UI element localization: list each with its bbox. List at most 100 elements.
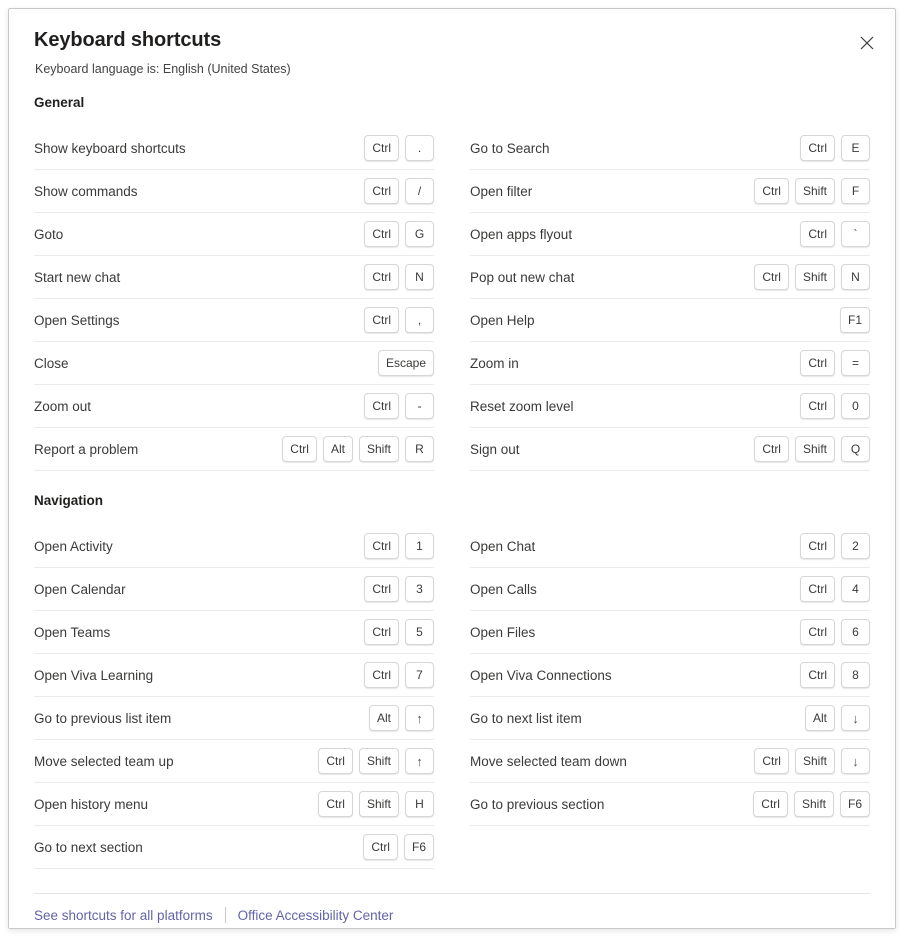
shortcut-keys: Ctrl 6 xyxy=(800,619,870,645)
shortcut-row: Go to next section Ctrl F6 xyxy=(34,826,434,869)
shortcut-row: Go to previous list item Alt ↑ xyxy=(34,697,434,740)
shortcut-column-left: Show keyboard shortcuts Ctrl. Show command… xyxy=(34,127,434,471)
key-cap: Ctrl xyxy=(364,576,399,602)
shortcut-label: Open filter xyxy=(470,183,533,199)
key-cap: Ctrl xyxy=(754,264,789,290)
key-cap: Escape xyxy=(377,350,434,376)
key-cap: Ctrl xyxy=(364,307,399,333)
shortcut-row: Open Chat Ctrl 2 xyxy=(470,525,870,568)
link-office-accessibility-center[interactable]: Office Accessibility Center xyxy=(238,908,394,923)
key-cap: Shift xyxy=(794,436,835,462)
shortcut-keys: Ctrl G xyxy=(364,221,434,247)
key-cap: R xyxy=(405,436,434,462)
shortcut-row: Go to next list item Alt ↓ xyxy=(470,697,870,740)
key-cap: , xyxy=(405,307,434,333)
shortcut-row: Open Calendar Ctrl 3 xyxy=(34,568,434,611)
shortcut-label: Start new chat xyxy=(34,269,121,285)
shortcut-row: Open filter Ctrl Shift F xyxy=(470,170,870,213)
shortcut-label: Go to next list item xyxy=(470,710,582,726)
shortcut-keys: Ctrl / xyxy=(364,178,434,204)
key-cap: F1 xyxy=(839,307,870,333)
keyboard-language-label: Keyboard language is: English (United St… xyxy=(35,62,291,76)
key-cap: Ctrl xyxy=(800,393,835,419)
shortcut-row: Pop out new chat Ctrl Shift N xyxy=(470,256,870,299)
shortcut-keys: Ctrl 0 xyxy=(800,393,870,419)
shortcut-keys: Ctrl 5 xyxy=(364,619,434,645)
shortcut-keys: Ctrl 7 xyxy=(364,662,434,688)
shortcut-row: Open Calls Ctrl 4 xyxy=(470,568,870,611)
close-icon xyxy=(860,36,874,50)
shortcut-row: Open Teams Ctrl 5 xyxy=(34,611,434,654)
shortcut-label: Open Activity xyxy=(34,538,113,554)
shortcut-keys: Ctrl Alt Shift R xyxy=(282,436,434,462)
key-cap: Ctrl xyxy=(364,662,399,688)
shortcut-label: Open apps flyout xyxy=(470,226,573,242)
shortcut-row: Zoom out Ctrl - xyxy=(34,385,434,428)
shortcut-label: Open Calls xyxy=(470,581,537,597)
key-cap: Alt xyxy=(368,705,399,731)
key-cap: Alt xyxy=(322,436,353,462)
shortcut-row: Go to Search Ctrl E xyxy=(470,127,870,170)
shortcut-keys: Ctrl 3 xyxy=(364,576,434,602)
shortcut-label: Show keyboard shortcuts xyxy=(34,140,186,156)
key-cap: Ctrl xyxy=(800,576,835,602)
shortcut-label: Go to previous list item xyxy=(34,710,172,726)
link-see-shortcuts-all-platforms[interactable]: See shortcuts for all platforms xyxy=(34,908,213,923)
key-cap: ↑ xyxy=(405,705,434,731)
shortcut-row: Show commands Ctrl / xyxy=(34,170,434,213)
shortcut-row: Close Escape xyxy=(34,342,434,385)
shortcut-label: Open Viva Learning xyxy=(34,667,154,683)
shortcut-row: Move selected team down Ctrl Shift ↓ xyxy=(470,740,870,783)
shortcut-label: Zoom in xyxy=(470,355,519,371)
key-cap: Ctrl xyxy=(753,791,788,817)
shortcut-keys: Ctrl 1 xyxy=(364,533,434,559)
shortcut-column-right: Open Chat Ctrl 2 Open Calls Ctrl 4 Open Files C… xyxy=(470,525,870,826)
footer-link-separator xyxy=(224,907,226,923)
shortcut-row: Go to previous section Ctrl Shift F6 xyxy=(470,783,870,826)
shortcut-label: Open Files xyxy=(470,624,536,640)
shortcut-label: Go to next section xyxy=(34,839,143,855)
key-cap: H xyxy=(405,791,434,817)
close-button[interactable] xyxy=(851,27,883,59)
shortcut-label: Open Calendar xyxy=(34,581,126,597)
key-cap: Ctrl xyxy=(754,748,789,774)
shortcut-keys: Ctrl 2 xyxy=(800,533,870,559)
key-cap: 6 xyxy=(841,619,870,645)
shortcut-label: Open Teams xyxy=(34,624,111,640)
key-cap: Ctrl xyxy=(364,393,399,419)
key-cap: Shift xyxy=(794,748,835,774)
shortcut-column-left: Open Activity Ctrl 1 Open Calendar Ctrl 3 Open… xyxy=(34,525,434,869)
shortcut-keys: Alt ↓ xyxy=(804,705,870,731)
footer-divider xyxy=(34,893,870,894)
shortcut-label: Pop out new chat xyxy=(470,269,575,285)
shortcut-row: Goto Ctrl G xyxy=(34,213,434,256)
shortcut-row: Open Viva Learning Ctrl 7 xyxy=(34,654,434,697)
shortcut-label: Open history menu xyxy=(34,796,149,812)
key-cap: Shift xyxy=(794,264,835,290)
key-cap: ` xyxy=(841,221,870,247)
shortcut-keys: Ctrl Shift ↑ xyxy=(318,748,434,774)
section-title: Navigation xyxy=(34,493,104,508)
shortcut-label: Go to previous section xyxy=(470,796,605,812)
key-cap: Shift xyxy=(358,748,399,774)
shortcut-keys: Ctrl 4 xyxy=(800,576,870,602)
shortcut-label: Show commands xyxy=(34,183,138,199)
page-title: Keyboard shortcuts xyxy=(34,29,222,51)
key-cap: Ctrl xyxy=(800,135,835,161)
key-cap: - xyxy=(405,393,434,419)
key-cap: ↑ xyxy=(405,748,434,774)
key-cap: Shift xyxy=(358,791,399,817)
shortcut-keys: Ctrl N xyxy=(364,264,434,290)
shortcut-label: Open Viva Connections xyxy=(470,667,612,683)
shortcut-label: Open Help xyxy=(470,312,535,328)
shortcut-label: Move selected team up xyxy=(34,753,174,769)
key-cap: Ctrl xyxy=(318,791,353,817)
key-cap: 7 xyxy=(405,662,434,688)
key-cap: Ctrl xyxy=(800,221,835,247)
shortcut-row: Zoom in Ctrl = xyxy=(470,342,870,385)
shortcut-row: Open Viva Connections Ctrl 8 xyxy=(470,654,870,697)
shortcut-column-right: Go to Search Ctrl E Open filter Ctrl Shift F Op… xyxy=(470,127,870,471)
shortcut-label: Sign out xyxy=(470,441,520,457)
shortcut-row: Show keyboard shortcuts Ctrl. xyxy=(34,127,434,170)
key-cap: N xyxy=(841,264,870,290)
